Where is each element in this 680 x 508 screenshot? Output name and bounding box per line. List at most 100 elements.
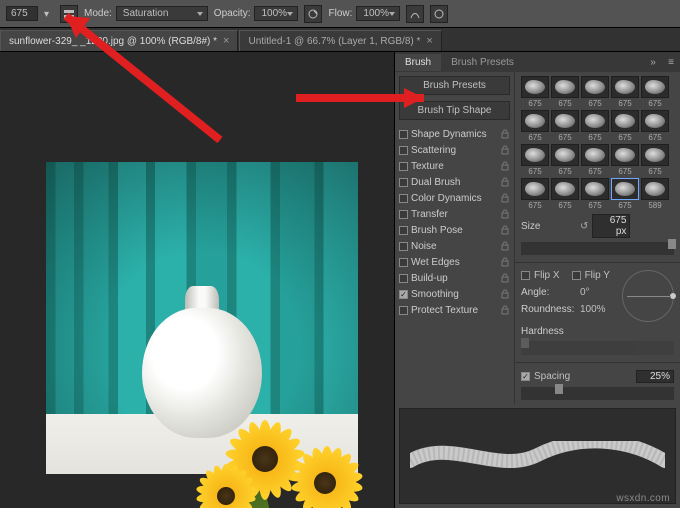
chevron-down-icon[interactable]: ▾ (44, 9, 54, 19)
brush-thumb[interactable]: 675 (521, 76, 549, 108)
brush-thumb[interactable]: 675 (611, 110, 639, 142)
brush-option-smoothing[interactable]: ✓Smoothing (399, 286, 510, 302)
close-icon[interactable]: × (223, 35, 229, 47)
brush-option-protect-texture[interactable]: Protect Texture (399, 302, 510, 318)
expand-icon[interactable]: » (644, 57, 662, 68)
doc-tab-0[interactable]: sunflower-329_ _1280.jpg @ 100% (RGB/8#)… (0, 30, 238, 51)
brush-option-wet-edges[interactable]: Wet Edges (399, 254, 510, 270)
brush-thumb[interactable]: 675 (611, 178, 639, 210)
brush-presets-button[interactable]: Brush Presets (399, 76, 510, 95)
brush-preset-icon[interactable] (60, 5, 78, 23)
brush-thumb[interactable]: 675 (581, 110, 609, 142)
checkbox[interactable]: ✓ (399, 290, 408, 299)
thumb-label: 675 (528, 99, 541, 108)
brush-option-brush-pose[interactable]: Brush Pose (399, 222, 510, 238)
size-slider[interactable] (521, 242, 674, 255)
canvas-area[interactable] (0, 52, 394, 508)
roundness-value[interactable]: 100% (580, 304, 606, 315)
brush-thumb[interactable]: 675 (641, 110, 669, 142)
pressure-opacity-icon[interactable] (304, 5, 322, 23)
brush-thumb[interactable]: 675 (521, 178, 549, 210)
thumb-label: 675 (618, 133, 631, 142)
lock-icon[interactable] (500, 241, 510, 251)
thumb-label: 675 (618, 201, 631, 210)
brush-thumb[interactable]: 675 (551, 144, 579, 176)
lock-icon[interactable] (500, 289, 510, 299)
brush-thumb[interactable]: 675 (551, 76, 579, 108)
brush-thumb[interactable]: 675 (581, 178, 609, 210)
lock-icon[interactable] (500, 193, 510, 203)
document-tabs: sunflower-329_ _1280.jpg @ 100% (RGB/8#)… (0, 28, 680, 52)
brush-option-noise[interactable]: Noise (399, 238, 510, 254)
flipy-checkbox[interactable] (572, 271, 581, 280)
watermark: wsxdn.com (616, 493, 670, 504)
size-input[interactable]: 675 px (592, 214, 630, 238)
brush-option-shape-dynamics[interactable]: Shape Dynamics (399, 126, 510, 142)
panel-tab-brush-presets[interactable]: Brush Presets (441, 54, 524, 71)
brush-thumb[interactable]: 675 (551, 178, 579, 210)
option-label: Protect Texture (411, 305, 478, 316)
thumb-label: 675 (558, 167, 571, 176)
checkbox[interactable] (399, 226, 408, 235)
flipx-checkbox[interactable] (521, 271, 530, 280)
lock-icon[interactable] (500, 305, 510, 315)
pressure-size-icon[interactable] (430, 5, 448, 23)
brush-thumb[interactable]: 675 (551, 110, 579, 142)
lock-icon[interactable] (500, 273, 510, 283)
checkbox[interactable] (399, 194, 408, 203)
brush-option-transfer[interactable]: Transfer (399, 206, 510, 222)
brush-size-input[interactable]: 675 (6, 6, 38, 21)
checkbox[interactable] (399, 242, 408, 251)
airbrush-icon[interactable] (406, 5, 424, 23)
lock-icon[interactable] (500, 225, 510, 235)
mode-dropdown[interactable]: Saturation (116, 6, 208, 21)
brush-thumb[interactable]: 675 (581, 76, 609, 108)
brush-thumb[interactable]: 675 (581, 144, 609, 176)
brush-thumb[interactable]: 675 (641, 144, 669, 176)
checkbox[interactable] (399, 306, 408, 315)
checkbox[interactable] (399, 146, 408, 155)
lock-icon[interactable] (500, 257, 510, 267)
brush-thumb[interactable]: 675 (641, 76, 669, 108)
angle-value[interactable]: 0° (580, 287, 590, 298)
opacity-input[interactable]: 100% (254, 6, 298, 21)
brush-thumb[interactable]: 675 (521, 144, 549, 176)
thumb-label: 675 (648, 167, 661, 176)
checkbox[interactable] (399, 130, 408, 139)
lock-icon[interactable] (500, 129, 510, 139)
checkbox[interactable] (399, 178, 408, 187)
lock-icon[interactable] (500, 209, 510, 219)
close-icon[interactable]: × (426, 35, 432, 47)
lock-icon[interactable] (500, 145, 510, 155)
option-label: Wet Edges (411, 257, 460, 268)
checkbox[interactable] (399, 258, 408, 267)
brush-option-color-dynamics[interactable]: Color Dynamics (399, 190, 510, 206)
option-label: Scattering (411, 145, 456, 156)
checkbox[interactable] (399, 210, 408, 219)
doc-tab-1[interactable]: Untitled-1 @ 66.7% (Layer 1, RGB/8) *× (239, 30, 441, 51)
brush-thumb[interactable]: 675 (611, 76, 639, 108)
spacing-slider[interactable] (521, 387, 674, 400)
panel-tab-brush[interactable]: Brush (395, 54, 441, 71)
checkbox[interactable] (399, 274, 408, 283)
brush-option-scattering[interactable]: Scattering (399, 142, 510, 158)
spacing-label: Spacing (534, 371, 570, 382)
lock-icon[interactable] (500, 177, 510, 187)
brush-option-build-up[interactable]: Build-up (399, 270, 510, 286)
spacing-checkbox[interactable]: ✓ (521, 372, 530, 381)
brush-option-dual-brush[interactable]: Dual Brush (399, 174, 510, 190)
spacing-input[interactable]: 25% (636, 370, 674, 383)
reset-icon[interactable]: ↺ (580, 221, 588, 232)
flow-input[interactable]: 100% (356, 6, 400, 21)
thumb-label: 675 (588, 99, 601, 108)
thumb-label: 675 (558, 133, 571, 142)
panel-menu-icon[interactable]: ≡ (662, 57, 680, 68)
brush-option-texture[interactable]: Texture (399, 158, 510, 174)
brush-tip-shape-button[interactable]: Brush Tip Shape (399, 101, 510, 120)
lock-icon[interactable] (500, 161, 510, 171)
brush-thumb[interactable]: 675 (521, 110, 549, 142)
angle-control[interactable] (622, 270, 674, 322)
checkbox[interactable] (399, 162, 408, 171)
brush-thumb[interactable]: 675 (611, 144, 639, 176)
brush-thumb[interactable]: 589 (641, 178, 669, 210)
